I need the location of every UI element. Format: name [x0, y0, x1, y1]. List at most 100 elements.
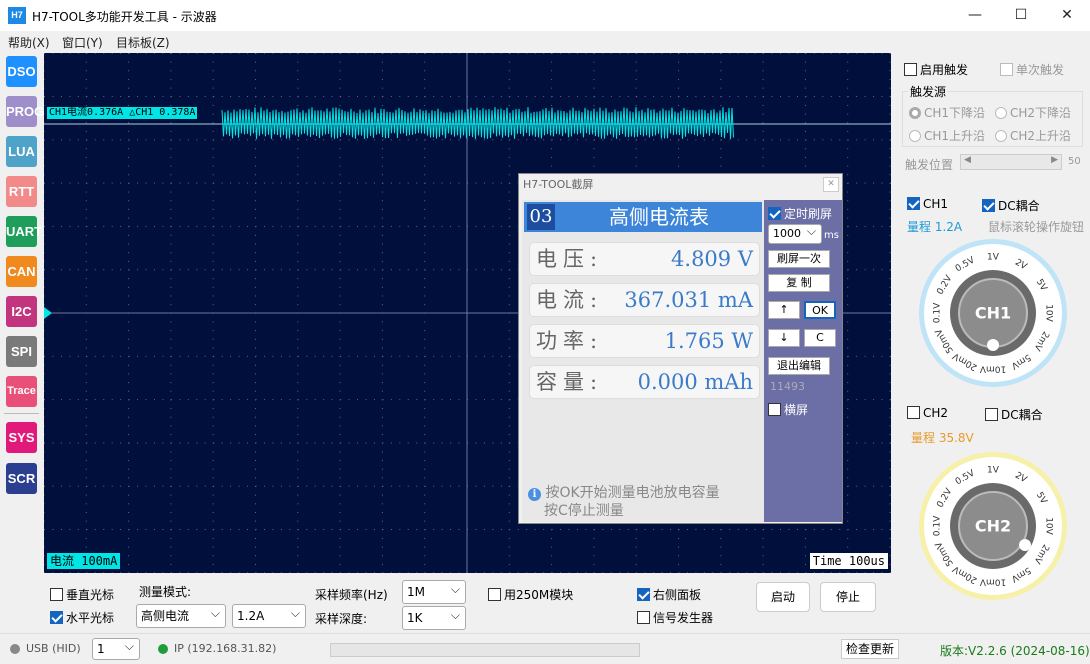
grid-dot: [52, 269, 54, 271]
grid-dot: [179, 269, 181, 271]
close-button[interactable]: ✕: [1044, 0, 1090, 31]
grid-dot: [670, 96, 672, 97]
module-button-uart[interactable]: UART: [6, 216, 42, 247]
interval-select[interactable]: 1000: [768, 222, 822, 244]
grid-dot: [483, 182, 485, 184]
menu-window[interactable]: 窗口(Y): [62, 34, 103, 51]
maximize-button[interactable]: ☐: [998, 0, 1044, 31]
grid-dot: [433, 225, 435, 227]
grid-dot: [263, 355, 265, 357]
module-button-sys[interactable]: SYS: [6, 422, 37, 453]
range-select[interactable]: 1.2A: [232, 602, 306, 628]
minimize-button[interactable]: —: [952, 0, 998, 31]
trigger-src-ch2-rise[interactable]: CH2上升沿: [995, 127, 1071, 144]
grid-dot: [255, 546, 256, 548]
trigger-src-ch1-fall[interactable]: CH1下降沿: [909, 104, 985, 121]
trigger-position-slider[interactable]: ◀ ▶: [960, 154, 1062, 170]
grid-dot: [170, 373, 172, 375]
c-button[interactable]: C: [804, 329, 836, 347]
ip-status: IP (192.168.31.82): [174, 642, 277, 655]
module-button-spi[interactable]: SPI: [6, 336, 37, 367]
up-button[interactable]: ↑: [768, 301, 800, 319]
use-250m-checkbox[interactable]: 用250M模块: [488, 586, 573, 603]
copy-button[interactable]: 复 制: [768, 274, 830, 292]
vertical-cursor-checkbox[interactable]: 垂直光标: [50, 586, 114, 603]
module-button-trace[interactable]: Trace: [6, 376, 37, 407]
port-select[interactable]: 1: [92, 636, 140, 660]
landscape-checkbox[interactable]: 横屏: [768, 401, 808, 418]
module-button-can[interactable]: CAN: [6, 256, 37, 287]
dialog-close-icon[interactable]: ✕: [823, 177, 839, 192]
grid-dot: [441, 442, 443, 444]
horizontal-cursor-checkbox[interactable]: 水平光标: [50, 609, 114, 626]
ch1-enable-checkbox[interactable]: CH1: [907, 197, 948, 211]
menu-target[interactable]: 目标板(Z): [116, 34, 170, 51]
single-trigger-checkbox[interactable]: 单次触发: [1000, 61, 1064, 78]
stop-button[interactable]: 停止: [820, 582, 876, 612]
menu-help[interactable]: 帮助(X): [8, 34, 50, 51]
grid-dot: [889, 191, 891, 193]
grid-dot: [551, 78, 553, 80]
grid-dot: [280, 225, 282, 227]
signal-generator-checkbox[interactable]: 信号发生器: [637, 609, 713, 626]
grid-dot: [170, 139, 172, 141]
grid-dot: [297, 477, 299, 479]
module-button-i2c[interactable]: I2C: [6, 296, 37, 327]
grid-dot: [729, 139, 731, 141]
grid-dot: [263, 442, 265, 444]
grid-dot: [314, 442, 316, 444]
enable-trigger-checkbox[interactable]: 启用触发: [904, 61, 968, 78]
right-panel-checkbox[interactable]: 右侧面板: [637, 586, 701, 603]
module-button-scr[interactable]: SCR: [6, 463, 37, 494]
ch2-dc-coupling-checkbox[interactable]: DC耦合: [985, 406, 1043, 423]
grid-dot: [399, 442, 401, 444]
exit-edit-button[interactable]: 退出编辑: [768, 357, 830, 375]
grid-dot: [509, 485, 511, 487]
slider-right-arrow-icon[interactable]: ▶: [1051, 155, 1058, 165]
start-button[interactable]: 启动: [756, 582, 810, 612]
sample-rate-select[interactable]: 1M: [402, 578, 466, 604]
grid-dot: [864, 269, 866, 271]
grid-dot: [881, 53, 883, 54]
check-update-button[interactable]: 检查更新: [841, 639, 899, 659]
grid-dot: [272, 485, 274, 487]
trigger-src-ch1-rise[interactable]: CH1上升沿: [909, 127, 985, 144]
grid-dot: [390, 139, 392, 141]
grid-dot: [458, 96, 460, 97]
ch1-volts-knob[interactable]: 0.1V0.2V0.5V 1V2V5V10V2mV5mV10mV20mV50mVC…: [918, 238, 1068, 388]
mode-select[interactable]: 高侧电流: [136, 602, 226, 628]
grid-dot: [416, 139, 418, 141]
ch1-dc-coupling-checkbox[interactable]: DC耦合: [982, 197, 1040, 214]
timer-refresh-checkbox[interactable]: 定时刷屏: [768, 205, 832, 222]
grid-dot: [889, 330, 891, 332]
grid-dot: [289, 529, 291, 530]
module-button-lua[interactable]: LUA: [6, 136, 37, 167]
grid-dot: [508, 468, 510, 470]
down-button[interactable]: ↓: [768, 329, 800, 347]
slider-left-arrow-icon[interactable]: ◀: [964, 155, 971, 165]
ok-button[interactable]: OK: [804, 301, 836, 319]
module-divider: [4, 413, 39, 414]
grid-dot: [593, 78, 595, 80]
radio-icon: [909, 107, 921, 119]
ch2-volts-knob[interactable]: 0.1V0.2V0.5V 1V2V5V10V2mV5mV10mV20mV50mVC…: [918, 451, 1068, 601]
grid-dot: [44, 78, 45, 80]
module-button-prog[interactable]: PROG: [6, 96, 44, 127]
module-button-rtt[interactable]: RTT: [6, 176, 37, 207]
grid-dot: [763, 139, 765, 141]
grid-dot: [475, 182, 477, 184]
grid-dot: [272, 269, 274, 271]
grid-dot: [526, 529, 528, 530]
trigger-src-ch2-fall[interactable]: CH2下降沿: [995, 104, 1071, 121]
ch2-enable-checkbox[interactable]: CH2: [907, 406, 948, 420]
grid-dot: [306, 355, 308, 357]
sample-depth-select[interactable]: 1K: [402, 604, 466, 630]
grid-dot: [889, 122, 891, 124]
grid-dot: [508, 304, 510, 306]
grid-dot: [339, 425, 341, 427]
grid-dot: [890, 442, 891, 444]
module-button-dso[interactable]: DSO: [6, 56, 37, 87]
grid-dot: [644, 53, 646, 54]
grid-dot: [653, 53, 655, 54]
refresh-once-button[interactable]: 刷屏一次: [768, 250, 830, 268]
